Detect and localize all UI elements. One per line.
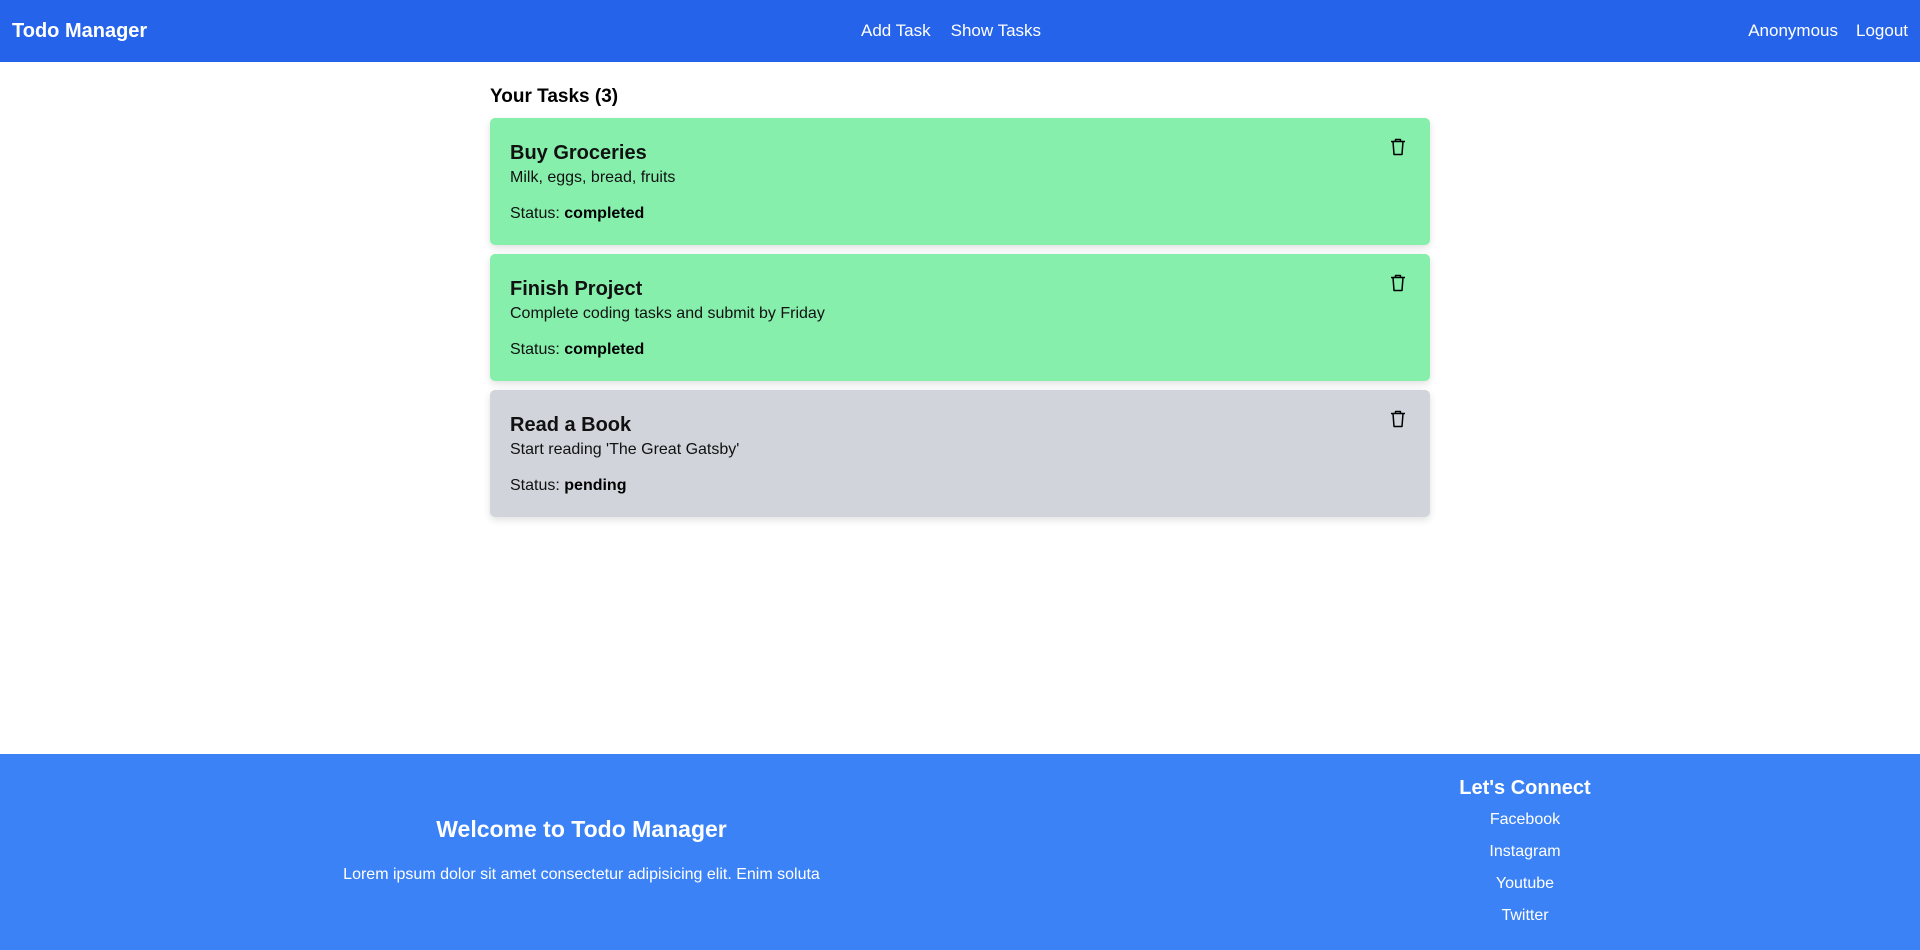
- twitter-link[interactable]: Twitter: [1425, 900, 1625, 932]
- task-title: Buy Groceries: [510, 142, 647, 164]
- instagram-link[interactable]: Instagram: [1425, 836, 1625, 868]
- youtube-link[interactable]: Youtube: [1425, 868, 1625, 900]
- status-label: Status:: [510, 477, 560, 494]
- footer-heading: Welcome to Todo Manager: [436, 816, 727, 842]
- status-value: completed: [564, 341, 645, 358]
- task-status: Status: completed: [510, 203, 1410, 225]
- task-title: Read a Book: [510, 414, 632, 436]
- main-content: Your Tasks (3) Buy Groceries Milk, eggs,…: [490, 62, 1430, 526]
- status-label: Status:: [510, 341, 560, 358]
- task-title: Finish Project: [510, 278, 643, 300]
- trash-icon: [1391, 410, 1405, 428]
- trash-icon: [1391, 138, 1405, 156]
- task-status: Status: completed: [510, 339, 1410, 361]
- task-status: Status: pending: [510, 475, 1410, 497]
- task-description: Complete coding tasks and submit by Frid…: [510, 305, 825, 322]
- nav-links: Add Task Show Tasks: [861, 0, 1041, 62]
- task-list: Buy Groceries Milk, eggs, bread, fruits …: [490, 118, 1430, 517]
- task-card: Read a Book Start reading 'The Great Gat…: [490, 390, 1430, 517]
- facebook-link[interactable]: Facebook: [1425, 804, 1625, 836]
- task-card: Finish Project Complete coding tasks and…: [490, 254, 1430, 381]
- footer: Welcome to Todo Manager Lorem ipsum dolo…: [0, 754, 1920, 950]
- nav-add-task-link[interactable]: Add Task: [861, 21, 931, 41]
- brand-logo[interactable]: Todo Manager: [12, 0, 147, 62]
- page-title: Your Tasks (3): [490, 86, 619, 107]
- footer-text: Lorem ipsum dolor sit amet consectetur a…: [343, 866, 820, 883]
- user-menu: Anonymous Logout: [1748, 0, 1908, 62]
- status-value: pending: [564, 477, 627, 494]
- task-description: Milk, eggs, bread, fruits: [510, 169, 676, 186]
- nav-show-tasks-link[interactable]: Show Tasks: [951, 21, 1041, 41]
- connect-heading: Let's Connect: [1459, 777, 1591, 799]
- delete-task-button[interactable]: [1388, 272, 1408, 294]
- social-links: Let's Connect Facebook Instagram Youtube…: [1425, 772, 1625, 932]
- delete-task-button[interactable]: [1388, 136, 1408, 158]
- task-description: Start reading 'The Great Gatsby': [510, 441, 740, 458]
- trash-icon: [1391, 274, 1405, 292]
- task-card: Buy Groceries Milk, eggs, bread, fruits …: [490, 118, 1430, 245]
- status-value: completed: [564, 205, 645, 222]
- status-label: Status:: [510, 205, 560, 222]
- navbar: Todo Manager Add Task Show Tasks Anonymo…: [0, 0, 1920, 62]
- username[interactable]: Anonymous: [1748, 21, 1838, 41]
- delete-task-button[interactable]: [1388, 408, 1408, 430]
- logout-button[interactable]: Logout: [1856, 21, 1908, 41]
